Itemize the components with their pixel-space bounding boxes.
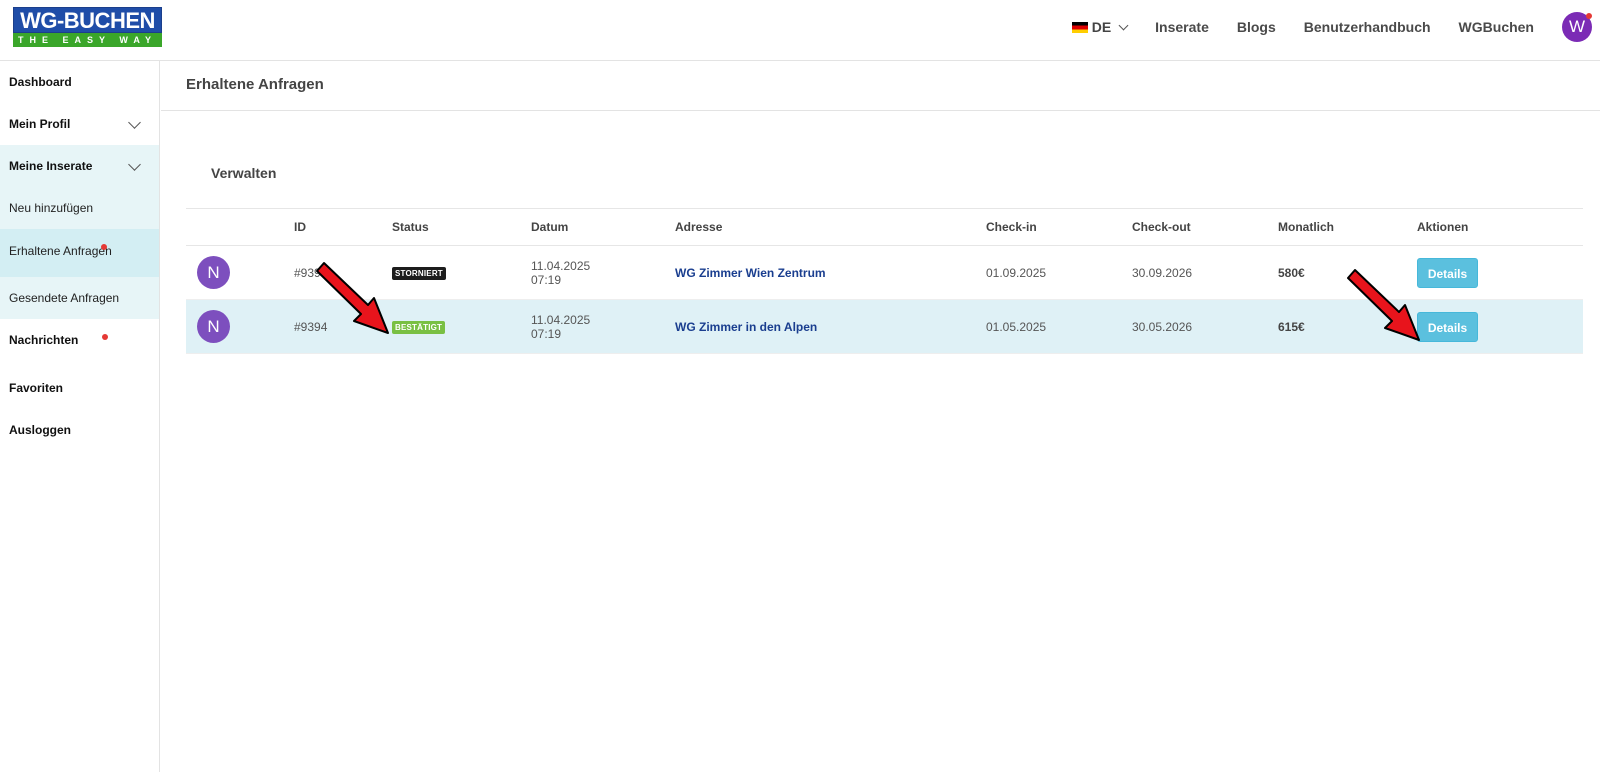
language-selector[interactable]: DE — [1071, 19, 1129, 35]
sidebar-item-logout[interactable]: Ausloggen — [0, 409, 159, 451]
sidebar-item-favorites[interactable]: Favoriten — [0, 367, 159, 409]
sidebar-item-dashboard[interactable]: Dashboard — [0, 61, 159, 103]
request-date: 11.04.2025 07:19 — [531, 299, 675, 354]
checkin-date: 01.05.2025 — [986, 299, 1132, 354]
col-address: Adresse — [675, 208, 986, 246]
status-badge: STORNIERT — [392, 267, 446, 280]
listing-address-link[interactable]: WG Zimmer Wien Zentrum — [675, 266, 826, 280]
nav-wgbuchen[interactable]: WGBuchen — [1459, 19, 1534, 35]
nav-blogs[interactable]: Blogs — [1237, 19, 1276, 35]
checkout-date: 30.09.2026 — [1132, 245, 1278, 300]
sidebar-item-label: Meine Inserate — [9, 159, 93, 173]
notification-dot — [102, 334, 108, 340]
german-flag-icon — [1071, 21, 1088, 33]
details-button[interactable]: Details — [1417, 311, 1478, 342]
page-title: Erhaltene Anfragen — [161, 61, 1600, 111]
listing-address-link[interactable]: WG Zimmer in den Alpen — [675, 320, 817, 334]
details-button[interactable]: Details — [1417, 257, 1478, 288]
sidebar-item-label: Nachrichten — [9, 333, 79, 347]
col-checkin: Check-in — [986, 208, 1132, 246]
language-label: DE — [1091, 19, 1112, 35]
logo-text: WG-BUCHEN — [13, 7, 162, 33]
col-actions: Aktionen — [1417, 208, 1583, 246]
logo-tagline: THE EASY WAY — [13, 33, 162, 47]
col-avatar — [186, 208, 294, 246]
notification-dot — [101, 244, 107, 250]
request-id: #9395 — [294, 245, 392, 300]
sidebar-item-label: Mein Profil — [9, 117, 71, 131]
brand-logo[interactable]: WG-BUCHEN THE EASY WAY — [13, 7, 162, 47]
request-date: 11.04.2025 07:19 — [531, 245, 675, 300]
checkin-date: 01.09.2025 — [986, 245, 1132, 300]
sidebar-item-label: Erhaltene Anfragen — [9, 244, 112, 258]
table-row: N #9395 STORNIERT 11.04.2025 07:19 WG Zim… — [186, 245, 1583, 300]
nav-inserate[interactable]: Inserate — [1155, 19, 1209, 35]
col-id: ID — [294, 208, 392, 246]
col-status: Status — [392, 208, 531, 246]
chevron-down-icon — [128, 116, 141, 129]
user-initial: W — [1568, 17, 1586, 36]
request-id: #9394 — [294, 299, 392, 354]
nav-benutzerhandbuch[interactable]: Benutzerhandbuch — [1304, 19, 1431, 35]
main-content: Erhaltene Anfragen Verwalten ID Status D… — [161, 61, 1600, 772]
main-nav: DE Inserate Blogs Benutzerhandbuch WGBuc… — [1071, 0, 1600, 54]
table-row: N #9394 BESTÄTIGT 11.04.2025 07:19 WG Zim… — [186, 299, 1583, 354]
chevron-down-icon — [128, 158, 141, 171]
avatar: N — [197, 256, 230, 289]
sidebar-item-sent[interactable]: Gesendete Anfragen — [0, 277, 159, 319]
table-header-row: ID Status Datum Adresse Check-in Check-o… — [186, 208, 1583, 246]
checkout-date: 30.05.2026 — [1132, 299, 1278, 354]
notification-dot — [1586, 13, 1592, 19]
sidebar-item-messages[interactable]: Nachrichten — [0, 319, 159, 361]
avatar: N — [197, 310, 230, 343]
sidebar-item-received[interactable]: Erhaltene Anfragen — [0, 229, 159, 277]
status-badge: BESTÄTIGT — [392, 321, 446, 334]
sidebar-item-add-new[interactable]: Neu hinzufügen — [0, 187, 159, 229]
user-avatar[interactable]: W — [1562, 12, 1592, 42]
monthly-price: 580€ — [1278, 245, 1417, 300]
col-date: Datum — [531, 208, 675, 246]
top-navbar: WG-BUCHEN THE EASY WAY DE Inserate Blogs… — [0, 0, 1600, 61]
sidebar: Dashboard Mein Profil Meine Inserate Neu… — [0, 61, 160, 772]
sidebar-item-listings[interactable]: Meine Inserate — [0, 145, 159, 187]
chevron-down-icon — [1118, 20, 1129, 30]
section-title: Verwalten — [211, 165, 277, 181]
col-monthly: Monatlich — [1278, 208, 1417, 246]
sidebar-item-profile[interactable]: Mein Profil — [0, 103, 159, 145]
monthly-price: 615€ — [1278, 299, 1417, 354]
requests-table: ID Status Datum Adresse Check-in Check-o… — [186, 208, 1583, 354]
col-checkout: Check-out — [1132, 208, 1278, 246]
